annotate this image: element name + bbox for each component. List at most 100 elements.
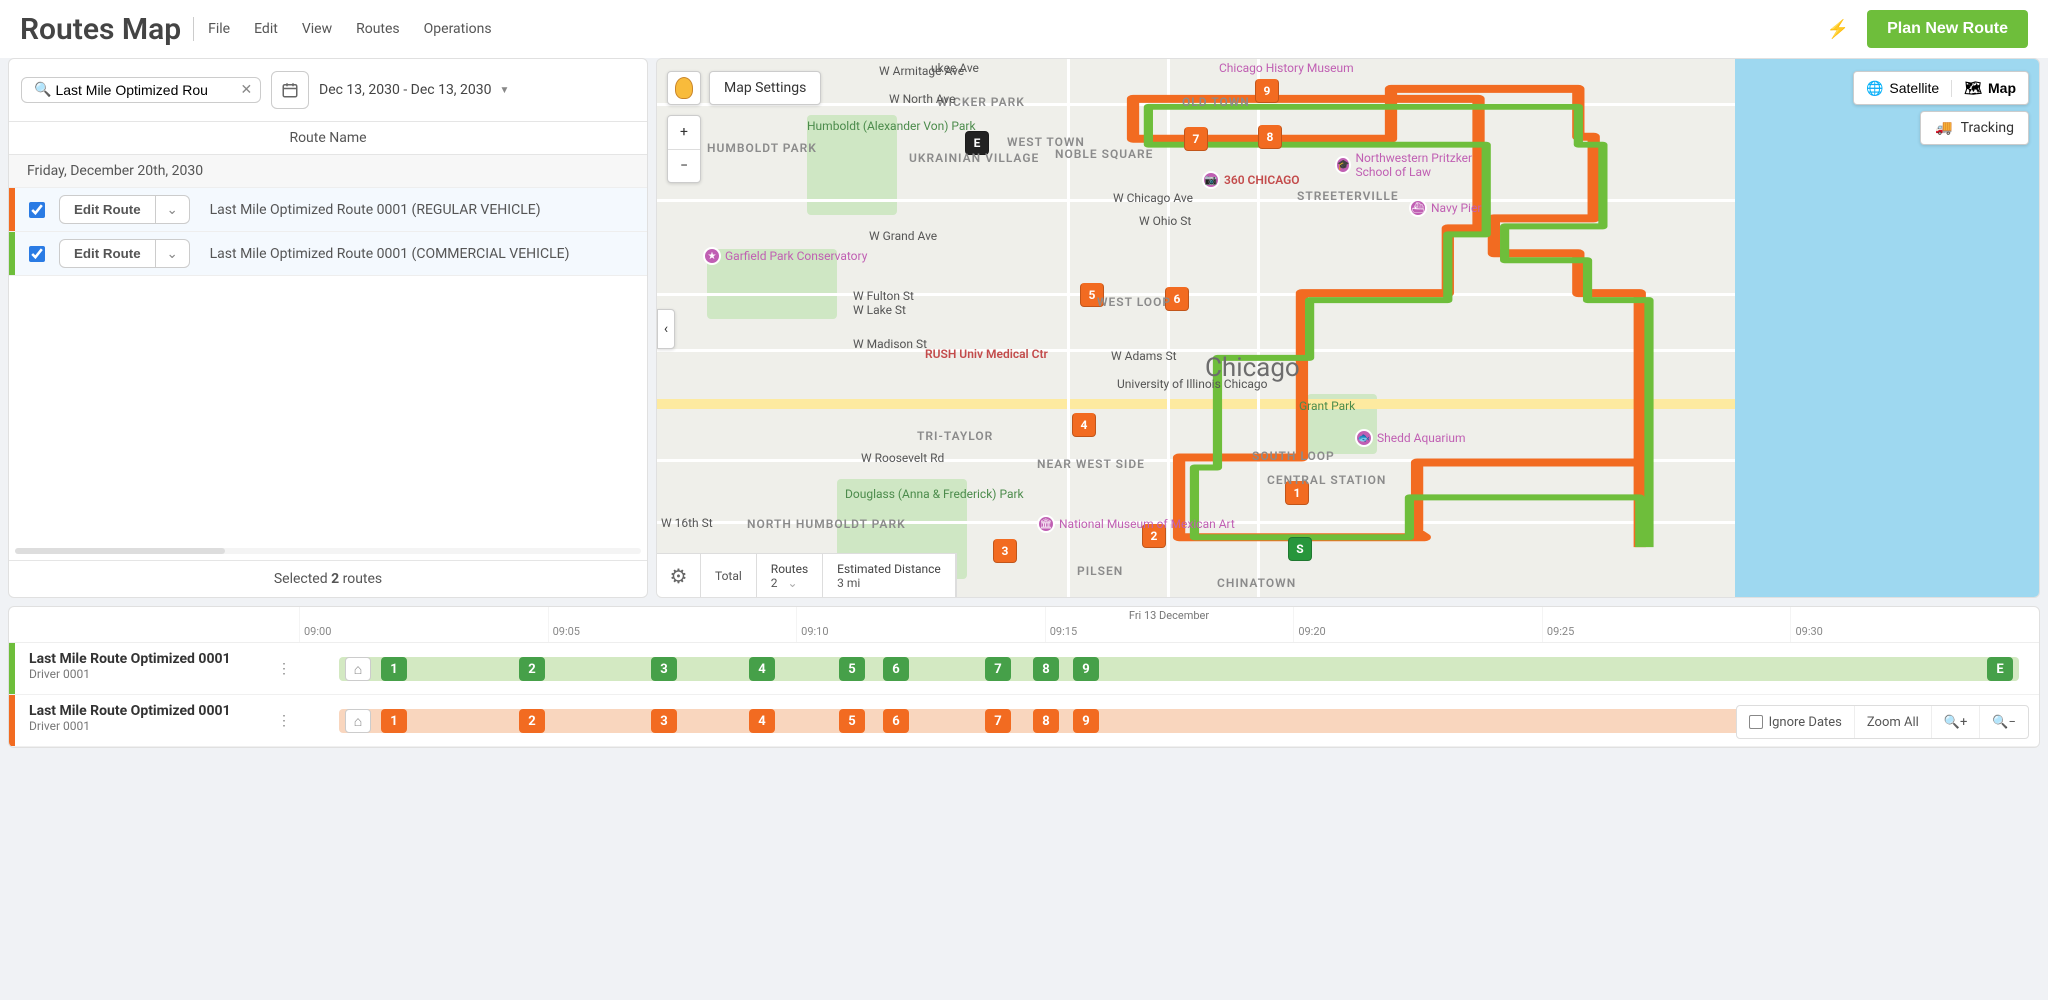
chevron-down-icon[interactable]: ⌄ [788, 576, 798, 590]
poi[interactable]: 🎓Northwestern Pritzker School of Law [1335, 151, 1475, 179]
waypoint[interactable]: 2 [519, 709, 545, 733]
menu-file[interactable]: File [208, 21, 230, 37]
poi-label: University of Illinois Chicago [1117, 377, 1217, 391]
date-range-text: Dec 13, 2030 - Dec 13, 2030 [319, 82, 492, 98]
poi[interactable]: ★Garfield Park Conservatory [703, 247, 867, 265]
route-row[interactable]: Edit Route ⌄ Last Mile Optimized Route 0… [9, 232, 647, 276]
edit-route-button[interactable]: Edit Route [59, 195, 156, 224]
zoom-out-timeline[interactable]: 🔍− [1980, 706, 2028, 738]
map-settings-button[interactable]: Map Settings [709, 71, 821, 105]
poi-label: Douglass (Anna & Frederick) Park [845, 487, 955, 501]
plan-new-route-button[interactable]: Plan New Route [1867, 10, 2028, 48]
timeline-controls: Ignore Dates Zoom All 🔍+ 🔍− [1736, 705, 2029, 739]
edit-route-dropdown[interactable]: ⌄ [156, 195, 190, 224]
clear-search-icon[interactable]: ✕ [236, 82, 256, 98]
waypoint[interactable]: 8 [1033, 709, 1059, 733]
timeline-row-label[interactable]: Last Mile Route Optimized 0001 Driver 00… [9, 695, 269, 746]
date-range-picker[interactable]: Dec 13, 2030 - Dec 13, 2030 ▼ [319, 82, 509, 98]
waypoint[interactable]: 5 [839, 709, 865, 733]
edit-route-dropdown[interactable]: ⌄ [156, 239, 190, 268]
menu-edit[interactable]: Edit [254, 21, 278, 37]
time-tick: 09:05 [548, 607, 797, 642]
menu-view[interactable]: View [302, 21, 332, 37]
route-checkbox[interactable] [29, 246, 45, 262]
poi[interactable]: 🐟Shedd Aquarium [1355, 429, 1466, 447]
menu-operations[interactable]: Operations [424, 21, 492, 37]
map-footer-settings[interactable]: ⚙ [657, 554, 701, 597]
satellite-button[interactable]: 🌐Satellite [1854, 80, 1952, 97]
route-row[interactable]: Edit Route ⌄ Last Mile Optimized Route 0… [9, 188, 647, 232]
zoom-all-button[interactable]: Zoom All [1855, 706, 1932, 738]
collapse-panel-button[interactable]: ‹ [657, 309, 675, 349]
tracking-button[interactable]: 🚚Tracking [1920, 111, 2029, 145]
waypoint[interactable]: 2 [519, 657, 545, 681]
stop-pin-3[interactable]: 3 [993, 539, 1017, 563]
selection-summary: Selected 2 routes [9, 560, 647, 597]
stop-pin-7[interactable]: 7 [1184, 127, 1208, 151]
home-icon[interactable]: ⌂ [345, 709, 371, 733]
search-input-wrap[interactable]: 🔍 ✕ [21, 77, 261, 103]
home-icon[interactable]: ⌂ [345, 657, 371, 681]
waypoint[interactable]: 1 [381, 709, 407, 733]
start-pin[interactable]: S [1288, 537, 1312, 561]
waypoint[interactable]: 5 [839, 657, 865, 681]
neigh-label: CENTRAL STATION [1267, 473, 1386, 487]
timeline-row-label[interactable]: Last Mile Route Optimized 0001 Driver 00… [9, 643, 269, 694]
route-checkbox[interactable] [29, 202, 45, 218]
street-label: W Roosevelt Rd [861, 451, 944, 465]
street-label: W Lake St [853, 303, 906, 317]
zoom-in-button[interactable]: + [668, 116, 700, 150]
waypoint[interactable]: 1 [381, 657, 407, 681]
route-name: Last Mile Optimized Route 0001 (COMMERCI… [210, 246, 570, 262]
poi[interactable]: 🏛National Museum of Mexican Art [1037, 515, 1235, 533]
menu-routes[interactable]: Routes [356, 21, 400, 37]
pegman-button[interactable] [667, 71, 701, 105]
map-panel[interactable]: S 1 2 3 4 5 6 7 8 9 E Chicago WICKER PAR… [656, 58, 2040, 598]
neigh-label: STREETERVILLE [1297, 189, 1399, 203]
routes-count-cell: Routes 2⌄ [757, 554, 823, 597]
edit-route-button[interactable]: Edit Route [59, 239, 156, 268]
calendar-button[interactable] [271, 71, 309, 109]
poi[interactable]: ⛴Navy Pier [1409, 199, 1481, 217]
stop-pin-4[interactable]: 4 [1072, 413, 1096, 437]
zoom-out-button[interactable]: − [668, 150, 700, 183]
stop-pin-8[interactable]: 8 [1258, 125, 1282, 149]
timeline-panel: Fri 13 December 09:00 09:05 09:10 09:15 … [8, 606, 2040, 748]
neigh-label: PILSEN [1077, 564, 1123, 578]
waypoint[interactable]: 9 [1073, 709, 1099, 733]
waypoint-end[interactable]: E [1987, 657, 2013, 681]
row-menu-button[interactable]: ⋮ [269, 643, 299, 694]
route-color-bar [9, 188, 15, 231]
truck-icon: 🚚 [1935, 120, 1952, 136]
zoom-control: + − [667, 115, 701, 183]
poi[interactable]: 📷360 CHICAGO [1202, 171, 1300, 189]
waypoint[interactable]: 6 [883, 657, 909, 681]
row-menu-button[interactable]: ⋮ [269, 695, 299, 746]
search-input[interactable] [55, 82, 236, 98]
neigh-label: TRI-TAYLOR [917, 429, 993, 443]
poi[interactable]: Grant Park [1299, 399, 1355, 413]
neigh-label: NEAR WEST SIDE [1037, 457, 1145, 471]
waypoint[interactable]: 6 [883, 709, 909, 733]
waypoint[interactable]: 3 [651, 709, 677, 733]
waypoint[interactable]: 4 [749, 709, 775, 733]
waypoint[interactable]: 8 [1033, 657, 1059, 681]
waypoint[interactable]: 9 [1073, 657, 1099, 681]
lane-bar [339, 657, 2019, 681]
waypoint[interactable]: 7 [985, 657, 1011, 681]
bolt-icon[interactable]: ⚡ [1827, 19, 1849, 40]
map-button[interactable]: 🗺Map [1952, 80, 2028, 97]
neigh-label: NOBLE SQUARE [1055, 147, 1153, 161]
time-tick: 09:25 [1542, 607, 1791, 642]
street-label: W Fulton St [853, 289, 914, 303]
horizontal-scrollbar[interactable] [15, 548, 641, 554]
waypoint[interactable]: 7 [985, 709, 1011, 733]
waypoint[interactable]: 3 [651, 657, 677, 681]
ignore-dates-toggle[interactable]: Ignore Dates [1737, 706, 1855, 738]
poi[interactable]: Chicago History Museum [1219, 61, 1354, 75]
waypoint[interactable]: 4 [749, 657, 775, 681]
stop-pin-9[interactable]: 9 [1255, 79, 1279, 103]
zoom-in-timeline[interactable]: 🔍+ [1932, 706, 1981, 738]
street-label: W Madison St [853, 337, 927, 351]
timeline-lane[interactable]: ⌂ 1 2 3 4 5 6 7 8 9 E [299, 643, 2039, 694]
